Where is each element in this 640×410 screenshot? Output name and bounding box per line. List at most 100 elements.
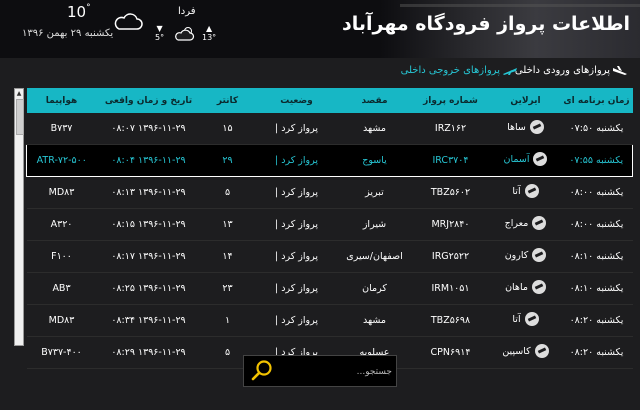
actual-time: ۱۳۹۶-۱۱-۲۹ ۰۸:۱۳	[96, 176, 201, 209]
page-header: اطلاعات پرواز فرودگاه مهرآباد 10° یکشنبه…	[0, 0, 640, 58]
counter: ۱۴	[200, 240, 255, 273]
airline: آتا	[490, 176, 561, 209]
aircraft: ATR-۷۲-۵۰۰	[26, 144, 97, 177]
counter: ۱۳	[200, 208, 255, 241]
destination: تبریز	[338, 176, 411, 209]
aircraft: B۷۳۷-۴۰۰	[26, 336, 97, 369]
actual-time: ۱۳۹۶-۱۱-۲۹ ۰۸:۰۴	[96, 144, 201, 177]
flight-number: TBZ۵۶۹۸	[410, 304, 491, 337]
airline: معراج	[490, 208, 561, 241]
airline: آسمان	[490, 144, 561, 177]
current-temperature: 10°	[67, 3, 91, 21]
flight-number: IRG۲۵۲۲	[410, 240, 491, 273]
arrow-up-icon: ▲	[206, 24, 213, 33]
scheduled-time: یکشنبه ۰۸:۰۰	[560, 176, 633, 209]
plane-landing-icon	[613, 66, 627, 75]
table-row[interactable]: یکشنبه ۰۸:۰۰ معراج MRJ۲۸۴۰ شیراز پرواز ک…	[26, 208, 633, 241]
actual-time: ۱۳۹۶-۱۱-۲۹ ۰۸:۰۷	[96, 113, 201, 145]
tomorrow-label: فردا	[178, 6, 196, 17]
counter: ۲۳	[200, 272, 255, 305]
airline-logo-icon	[531, 280, 546, 294]
search-icon[interactable]	[250, 359, 274, 383]
col-airline[interactable]: ایرلاین	[490, 88, 561, 113]
scheduled-time: یکشنبه ۰۸:۱۰	[560, 240, 633, 273]
search-box	[243, 355, 397, 387]
aircraft: MD۸۳	[26, 304, 97, 337]
actual-time: ۱۳۹۶-۱۱-۲۹ ۰۸:۲۹	[96, 336, 201, 369]
flight-number: TBZ۵۶۰۲	[410, 176, 491, 209]
table-row[interactable]: یکشنبه ۰۸:۰۰ آتا TBZ۵۶۰۲ تبریز پرواز کرد…	[26, 176, 633, 209]
col-aircraft[interactable]: هواپیما	[26, 88, 97, 113]
airline-logo-icon	[524, 184, 539, 198]
airline: آتا	[490, 304, 561, 337]
aircraft: AB۳	[26, 272, 97, 305]
destination: کرمان	[338, 272, 411, 305]
flight-number: IRM۱۰۵۱	[410, 272, 491, 305]
search-input[interactable]	[278, 362, 394, 382]
flights-table: زمان برنامه ای ایرلاین شماره پرواز مقصد …	[26, 88, 633, 369]
scheduled-time: یکشنبه ۰۷:۵۰	[560, 113, 633, 145]
plane-takeoff-icon	[503, 68, 517, 75]
actual-time: ۱۳۹۶-۱۱-۲۹ ۰۸:۳۴	[96, 304, 201, 337]
col-counter[interactable]: کانتر	[200, 88, 255, 113]
counter: ۱	[200, 304, 255, 337]
status: پرواز کرد |	[254, 304, 339, 337]
airline: کارون	[490, 240, 561, 273]
tab-domestic-departures[interactable]: پروازهای خروجی داخلی	[401, 65, 500, 76]
destination: مشهد	[338, 113, 411, 145]
flight-number: MRJ۲۸۴۰	[410, 208, 491, 241]
scroll-up-arrow-icon[interactable]: ▲	[15, 89, 23, 98]
aircraft: MD۸۳	[26, 176, 97, 209]
flight-number: CPN۶۹۱۴	[410, 336, 491, 369]
destination: اصفهان/سیری	[338, 240, 411, 273]
table-row[interactable]: یکشنبه ۰۷:۵۰ ساها IRZ۱۶۲ مشهد پرواز کرد …	[26, 113, 633, 145]
scheduled-time: یکشنبه ۰۸:۲۰	[560, 336, 633, 369]
arrow-down-icon: ▼	[156, 24, 163, 33]
airline-logo-icon	[533, 152, 548, 166]
counter: ۵	[200, 176, 255, 209]
tomorrow-low: ▼ 5°	[155, 24, 165, 42]
col-destination[interactable]: مقصد	[338, 88, 411, 113]
table-row[interactable]: یکشنبه ۰۸:۱۰ کارون IRG۲۵۲۲ اصفهان/سیری پ…	[26, 240, 633, 273]
airline-logo-icon	[532, 248, 547, 262]
status: پرواز کرد |	[254, 272, 339, 305]
status: پرواز کرد |	[254, 144, 339, 177]
destination: شیراز	[338, 208, 411, 241]
aircraft: A۳۲۰	[26, 208, 97, 241]
scheduled-time: یکشنبه ۰۸:۰۰	[560, 208, 633, 241]
airline: کاسپین	[490, 336, 561, 369]
status: پرواز کرد |	[254, 240, 339, 273]
aircraft: F۱۰۰	[26, 240, 97, 273]
status: پرواز کرد |	[254, 176, 339, 209]
airline: ساها	[490, 113, 561, 145]
scheduled-time: یکشنبه ۰۷:۵۵	[560, 144, 633, 177]
airline-logo-icon	[529, 120, 544, 134]
tomorrow-high: ▲ 13°	[202, 24, 217, 42]
tab-domestic-arrivals[interactable]: پروازهای ورودی داخلی	[515, 65, 610, 76]
col-flight-number[interactable]: شماره پرواز	[410, 88, 491, 113]
table-row[interactable]: یکشنبه ۰۸:۱۰ ماهان IRM۱۰۵۱ کرمان پرواز ک…	[26, 272, 633, 305]
flight-number: IRZ۱۶۲	[410, 113, 491, 145]
cloud-icon	[114, 13, 143, 30]
airline: ماهان	[490, 272, 561, 305]
col-actual-time[interactable]: تاریخ و زمان واقعی	[96, 88, 201, 113]
destination: یاسوج	[338, 144, 411, 177]
col-status[interactable]: وضعیت	[254, 88, 339, 113]
counter: ۱۵	[200, 113, 255, 145]
airline-logo-icon	[532, 216, 547, 230]
table-row-highlighted[interactable]: یکشنبه ۰۷:۵۵ آسمان IRC۳۷۰۴ یاسوج پرواز ک…	[26, 144, 633, 177]
page-title: اطلاعات پرواز فرودگاه مهرآباد	[342, 13, 630, 35]
actual-time: ۱۳۹۶-۱۱-۲۹ ۰۸:۱۷	[96, 240, 201, 273]
scheduled-time: یکشنبه ۰۸:۲۰	[560, 304, 633, 337]
status: پرواز کرد |	[254, 208, 339, 241]
airline-logo-icon	[524, 312, 539, 326]
destination: مشهد	[338, 304, 411, 337]
current-date: یکشنبه ۲۹ بهمن ۱۳۹۶	[22, 28, 114, 39]
partly-cloudy-icon	[175, 27, 195, 41]
status: پرواز کرد |	[254, 113, 339, 145]
table-row[interactable]: یکشنبه ۰۸:۲۰ آتا TBZ۵۶۹۸ مشهد پرواز کرد …	[26, 304, 633, 337]
scroll-thumb[interactable]	[16, 99, 24, 135]
actual-time: ۱۳۹۶-۱۱-۲۹ ۰۸:۱۵	[96, 208, 201, 241]
table-scrollbar[interactable]: ▲	[14, 88, 24, 346]
col-scheduled-time[interactable]: زمان برنامه ای	[560, 88, 633, 113]
